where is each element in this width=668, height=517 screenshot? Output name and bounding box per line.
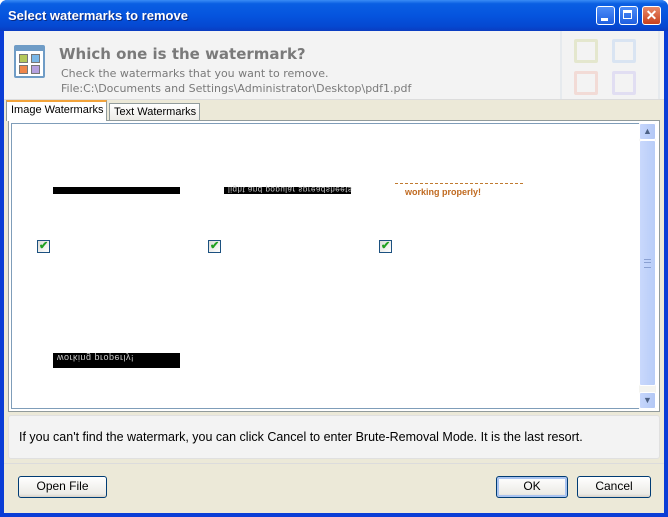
checkmark-icon: ✔: [381, 240, 391, 252]
watermark-checkbox[interactable]: ✔: [379, 240, 392, 253]
info-panel: If you can't find the watermark, you can…: [8, 415, 660, 459]
divider: [4, 463, 664, 464]
tab-panel: ✔ light and popular spreadsheets ✔ worki…: [8, 120, 660, 412]
scroll-up-button[interactable]: ▲: [639, 123, 656, 140]
minimize-icon: [601, 18, 608, 21]
dialog-window: Select watermarks to remove ✕ Which one …: [0, 0, 668, 517]
grip-icon: [644, 259, 651, 268]
ok-button[interactable]: OK: [496, 476, 568, 498]
file-path: File:C:\Documents and Settings\Administr…: [61, 82, 412, 95]
watermark-preview: working properly!: [395, 183, 525, 199]
watermark-checkbox[interactable]: ✔: [208, 240, 221, 253]
cancel-button[interactable]: Cancel: [577, 476, 651, 498]
open-file-button[interactable]: Open File: [18, 476, 107, 498]
watermark-grid-icon: [14, 45, 45, 78]
maximize-button[interactable]: [619, 6, 638, 25]
window-title: Select watermarks to remove: [8, 8, 188, 23]
vertical-scrollbar[interactable]: ▲ ▼: [639, 123, 656, 409]
chevron-up-icon: ▲: [643, 126, 652, 136]
checkmark-icon: ✔: [39, 240, 49, 252]
watermark-preview: light and popular spreadsheets: [224, 185, 352, 194]
dialog-body: Which one is the watermark? Check the wa…: [4, 31, 664, 513]
title-bar[interactable]: Select watermarks to remove ✕: [0, 0, 668, 31]
minimize-button[interactable]: [596, 6, 615, 25]
header-subtitle: Check the watermarks that you want to re…: [61, 67, 329, 80]
watermark-list[interactable]: ✔ light and popular spreadsheets ✔ worki…: [11, 123, 639, 409]
background-grid-icon: [560, 31, 660, 99]
watermark-checkbox[interactable]: ✔: [37, 240, 50, 253]
header-title: Which one is the watermark?: [59, 45, 306, 63]
close-icon: ✕: [645, 7, 658, 23]
header-panel: Which one is the watermark? Check the wa…: [4, 31, 664, 100]
info-message: If you can't find the watermark, you can…: [19, 430, 583, 444]
close-button[interactable]: ✕: [642, 6, 661, 25]
watermark-preview: working properly!: [53, 353, 180, 368]
maximize-icon: [623, 10, 632, 19]
scroll-thumb[interactable]: [639, 140, 656, 386]
chevron-down-icon: ▼: [643, 395, 652, 405]
tab-text-watermarks[interactable]: Text Watermarks: [109, 103, 200, 120]
scroll-down-button[interactable]: ▼: [639, 392, 656, 409]
tab-image-watermarks[interactable]: Image Watermarks: [6, 100, 107, 121]
checkmark-icon: ✔: [210, 240, 220, 252]
watermark-preview: [53, 187, 180, 194]
